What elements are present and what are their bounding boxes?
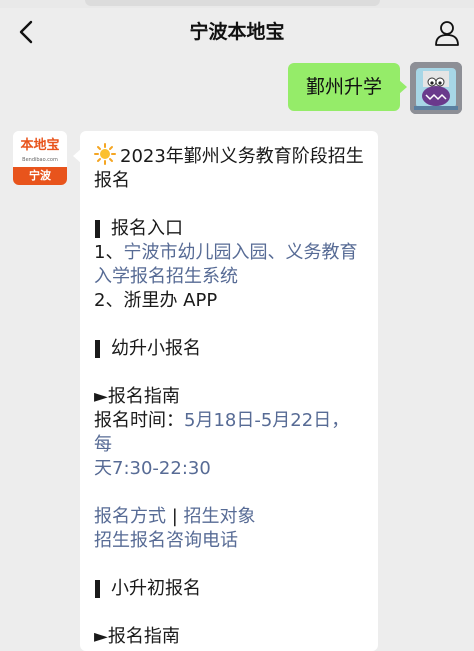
logo-city-label: 宁波 <box>13 167 67 185</box>
phone-link[interactable]: 招生报名咨询电话 <box>94 529 364 553</box>
entry-2: 2、浙里办 APP <box>94 290 218 311</box>
user-icon <box>435 21 459 46</box>
brand-logo: 本地宝 Bendibao.com <box>13 131 67 169</box>
section-title-entry: 报名入口 <box>111 218 183 239</box>
time-line-1: 报名时间：5月18日-5月22日，每 <box>94 409 364 457</box>
section-entry: 报名入口 <box>94 217 364 241</box>
time-line-2[interactable]: 天7:30-22:30 <box>94 457 364 481</box>
sent-message-text: 鄞州升学 <box>305 76 382 98</box>
heading-line: 2023年鄞州义务教育阶段招生 <box>94 143 364 169</box>
section-marker <box>95 580 100 598</box>
enrollment-system-link[interactable]: 宁波市幼儿园入园、义务教育 <box>123 242 357 263</box>
my-avatar[interactable] <box>410 62 462 114</box>
target-link[interactable]: 招生对象 <box>184 506 256 527</box>
links-row: 报名方式 | 招生对象 <box>94 505 364 529</box>
heading-text-1: 2023年鄞州义务教育阶段招生 <box>120 146 364 167</box>
cartoon-avatar-icon <box>410 62 462 114</box>
entry-1-prefix: 1、 <box>94 242 124 263</box>
enrollment-system-link-cont[interactable]: 入学报名招生系统 <box>94 265 364 289</box>
status-strip <box>0 0 474 8</box>
bot-avatar[interactable]: 本地宝 Bendibao.com 宁波 <box>13 131 67 185</box>
profile-button[interactable] <box>432 18 462 48</box>
sent-message-bubble[interactable]: 鄞州升学 <box>288 63 407 111</box>
link-separator: | <box>171 506 178 527</box>
time-label: 报名时间： <box>94 410 184 431</box>
sun-icon <box>94 143 116 165</box>
page-title: 宁波本地宝 <box>189 21 285 43</box>
section-primary: 幼升小报名 <box>94 337 364 361</box>
section-title-primary: 幼升小报名 <box>111 338 201 359</box>
nav-bar: 宁波本地宝 <box>0 8 474 56</box>
section-title-middle: 小升初报名 <box>111 578 201 599</box>
section-marker <box>95 340 100 358</box>
entry-1: 1、宁波市幼儿园入园、义务教育 <box>94 241 364 265</box>
guide-title: ►报名指南 <box>94 386 180 407</box>
logo-text: 本地宝 <box>20 138 60 153</box>
guide-title-2: ►报名指南 <box>94 626 180 647</box>
section-marker <box>95 220 100 238</box>
bot-message-bubble: 2023年鄞州义务教育阶段招生 报名 报名入口 1、宁波市幼儿园入园、义务教育 … <box>73 131 378 651</box>
heading-text-2: 报名 <box>94 170 130 191</box>
section-middle: 小升初报名 <box>94 577 364 601</box>
logo-subtext: Bendibao.com <box>22 157 58 163</box>
method-link[interactable]: 报名方式 <box>94 506 166 527</box>
back-button[interactable] <box>12 18 40 46</box>
status-pill <box>85 0 380 6</box>
chevron-left-icon <box>19 20 33 44</box>
